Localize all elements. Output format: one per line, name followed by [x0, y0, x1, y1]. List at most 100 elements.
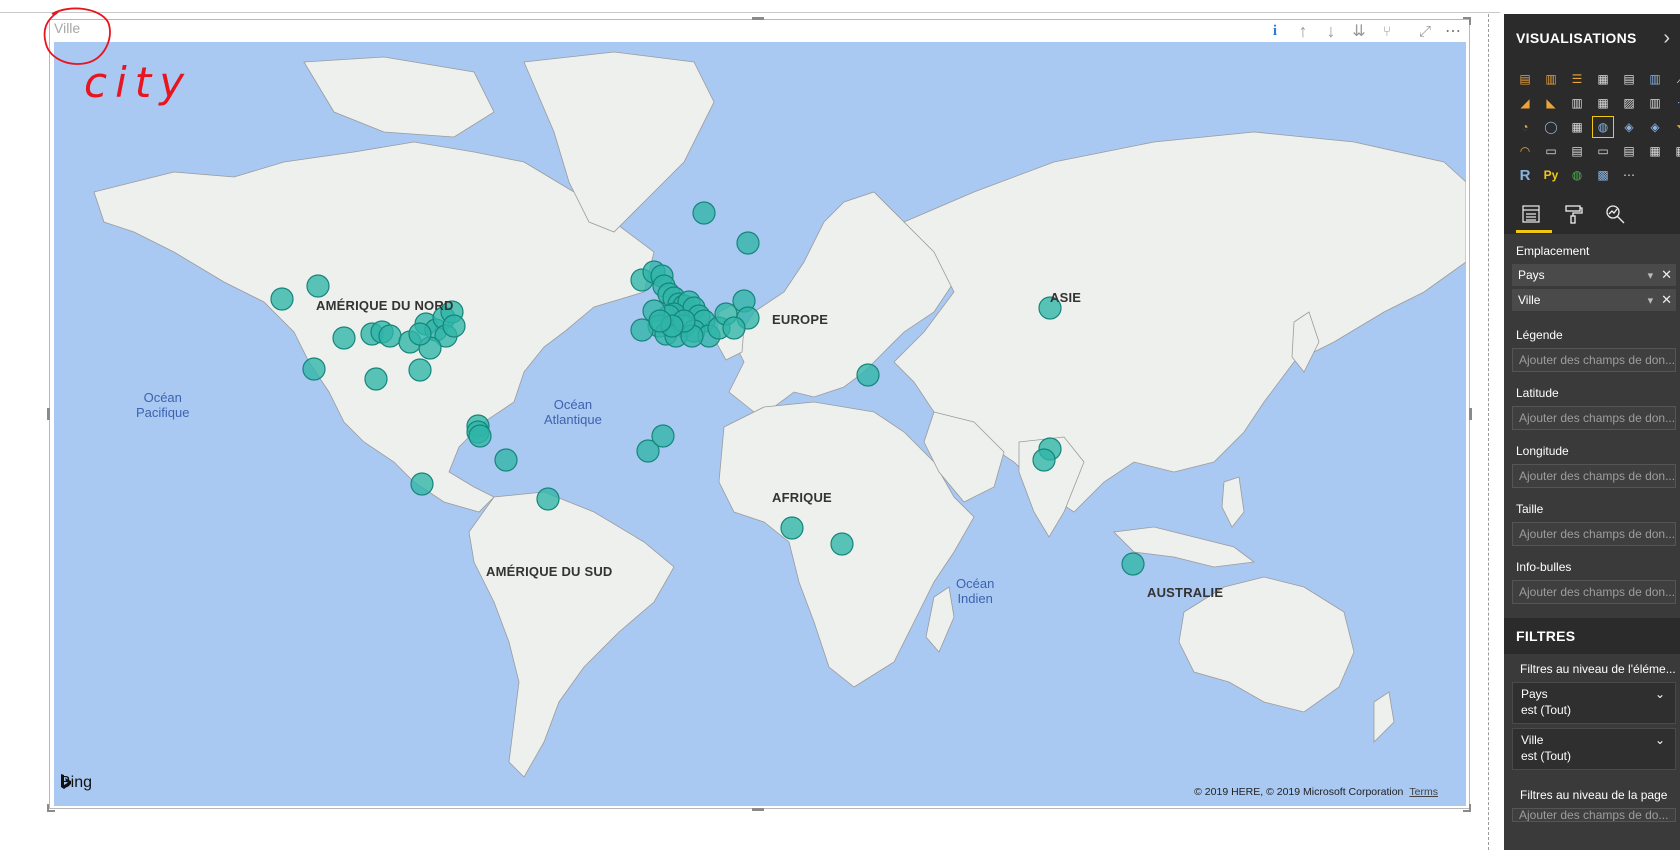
city-bubble[interactable] — [442, 314, 466, 338]
gauge-icon[interactable]: ◠ — [1514, 140, 1536, 162]
field-pill-pays[interactable]: Pays ▾ ✕ — [1512, 264, 1676, 286]
kpi-icon[interactable]: ▭ — [1592, 140, 1614, 162]
line-icon[interactable]: ⟋ — [1670, 68, 1680, 90]
city-bubble[interactable] — [364, 367, 388, 391]
ribbon-icon[interactable]: ▨ — [1618, 92, 1640, 114]
city-bubble[interactable] — [651, 424, 675, 448]
pie-icon[interactable]: ◔ — [1514, 116, 1536, 138]
waterfall-icon[interactable]: ▥ — [1644, 92, 1666, 114]
resize-handle-top[interactable] — [752, 17, 764, 20]
city-bubble[interactable] — [648, 309, 672, 333]
more-options-icon[interactable]: ⋯ — [1444, 22, 1462, 40]
remove-field-icon[interactable]: ✕ — [1661, 292, 1672, 308]
clustered-bar-icon[interactable]: ☰ — [1566, 68, 1588, 90]
filter-card-ville[interactable]: Ville est (Tout) ⌄ — [1512, 728, 1676, 770]
city-bubble[interactable] — [856, 363, 880, 387]
python-visual-icon[interactable]: Py — [1540, 164, 1562, 186]
world-basemap — [93, 51, 1466, 778]
city-bubble[interactable] — [1121, 552, 1145, 576]
city-bubble[interactable] — [408, 322, 432, 346]
city-bubble[interactable] — [270, 287, 294, 311]
drill-up-icon[interactable]: ↑ — [1294, 21, 1312, 41]
arcgis-icon[interactable]: ◍ — [1566, 164, 1588, 186]
latitude-drop-well[interactable]: Ajouter des champs de don... — [1512, 406, 1676, 430]
city-bubble[interactable] — [410, 472, 434, 496]
page-filter-drop-well[interactable]: Ajouter des champs de do... — [1512, 808, 1676, 822]
city-bubble[interactable] — [1032, 448, 1056, 472]
landmass-philippines — [1221, 476, 1245, 528]
legend-drop-well[interactable]: Ajouter des champs de don... — [1512, 348, 1676, 372]
expand-all-icon[interactable]: ⇊ — [1350, 22, 1368, 40]
field-pill-ville[interactable]: Ville ▾ ✕ — [1512, 289, 1676, 311]
multirow-card-icon[interactable]: ▤ — [1566, 140, 1588, 162]
chevron-down-icon[interactable]: ⌄ — [1655, 733, 1665, 747]
area-icon[interactable]: ◢ — [1514, 92, 1536, 114]
city-bubble[interactable] — [722, 316, 746, 340]
donut-icon[interactable]: ◯ — [1540, 116, 1562, 138]
map-icon[interactable]: ◍ — [1592, 116, 1614, 138]
resize-handle-bottom[interactable] — [752, 808, 764, 811]
filter-card-pays[interactable]: Pays est (Tout) ⌄ — [1512, 682, 1676, 724]
table-icon[interactable]: ▦ — [1644, 140, 1666, 162]
city-bubble[interactable] — [302, 357, 326, 381]
size-drop-well[interactable]: Ajouter des champs de don... — [1512, 522, 1676, 546]
treemap-icon[interactable]: ▦ — [1566, 116, 1588, 138]
tooltips-drop-well[interactable]: Ajouter des champs de don... — [1512, 580, 1676, 604]
focus-mode-icon[interactable]: ⤢ — [1416, 22, 1434, 40]
stacked-bar-icon[interactable]: ▤ — [1514, 68, 1536, 90]
resize-handle-left[interactable] — [47, 408, 50, 420]
city-bubble[interactable] — [830, 532, 854, 556]
city-bubble[interactable] — [378, 324, 402, 348]
filled-map-icon[interactable]: ◈ — [1618, 116, 1640, 138]
format-paint-roller-icon[interactable] — [1562, 203, 1584, 225]
r-visual-icon[interactable]: R — [1514, 164, 1536, 186]
city-bubble[interactable] — [468, 424, 492, 448]
city-bubble[interactable] — [692, 201, 716, 225]
resize-handle-top-right[interactable] — [1463, 17, 1471, 25]
field-pill-label: Ville — [1518, 293, 1541, 307]
terms-link[interactable]: Terms — [1409, 786, 1438, 798]
funnel-icon[interactable]: ⏷ — [1670, 116, 1680, 138]
filters-header: FILTRES — [1504, 618, 1680, 654]
100-bar-icon[interactable]: ▤ — [1618, 68, 1640, 90]
slicer-icon[interactable]: ▤ — [1618, 140, 1640, 162]
city-bubble[interactable] — [306, 274, 330, 298]
city-bubble[interactable] — [536, 487, 560, 511]
shape-map-icon[interactable]: ◈ — [1644, 116, 1666, 138]
info-icon[interactable]: i — [1266, 22, 1284, 40]
city-bubble[interactable] — [736, 231, 760, 255]
city-bubble[interactable] — [332, 326, 356, 350]
collapse-pane-icon[interactable]: › — [1663, 27, 1670, 50]
scatter-icon[interactable]: ⁘ — [1670, 92, 1680, 114]
globe-icon[interactable]: ▩ — [1592, 164, 1614, 186]
city-bubble[interactable] — [780, 516, 804, 540]
field-dropdown-icon[interactable]: ▾ — [1648, 269, 1654, 282]
remove-field-icon[interactable]: ✕ — [1661, 267, 1672, 283]
drill-down-icon[interactable]: ↓ — [1322, 21, 1340, 41]
card-icon[interactable]: ▭ — [1540, 140, 1562, 162]
city-bubble[interactable] — [408, 358, 432, 382]
matrix-icon[interactable]: ▦ — [1670, 140, 1680, 162]
stacked-area-icon[interactable]: ◣ — [1540, 92, 1562, 114]
more-visuals-icon[interactable]: ⋯ — [1618, 164, 1640, 186]
clustered-column-icon[interactable]: ▦ — [1592, 68, 1614, 90]
analytics-magnifier-icon[interactable] — [1604, 203, 1626, 225]
hierarchy-icon[interactable]: ⑂ — [1378, 22, 1396, 40]
filter-state: est (Tout) — [1521, 749, 1572, 763]
visual-title: Ville — [54, 20, 81, 36]
map-area[interactable]: AMÉRIQUE DU NORD EUROPE ASIE AFRIQUE AMÉ… — [54, 42, 1466, 806]
label-indian-ocean: Océan Indien — [956, 576, 994, 606]
chevron-down-icon[interactable]: ⌄ — [1655, 687, 1665, 701]
field-dropdown-icon[interactable]: ▾ — [1648, 294, 1654, 307]
stacked-column-icon[interactable]: ▥ — [1540, 68, 1562, 90]
100-column-icon[interactable]: ▥ — [1644, 68, 1666, 90]
section-legende: Légende — [1516, 328, 1563, 342]
line-column-icon[interactable]: ▥ — [1566, 92, 1588, 114]
line-clustered-icon[interactable]: ▦ — [1592, 92, 1614, 114]
fields-tab-icon[interactable] — [1520, 203, 1542, 225]
longitude-drop-well[interactable]: Ajouter des champs de don... — [1512, 464, 1676, 488]
resize-handle-right[interactable] — [1469, 408, 1472, 420]
landmass-madagascar — [925, 586, 955, 653]
city-bubble[interactable] — [494, 448, 518, 472]
section-latitude: Latitude — [1516, 386, 1559, 400]
